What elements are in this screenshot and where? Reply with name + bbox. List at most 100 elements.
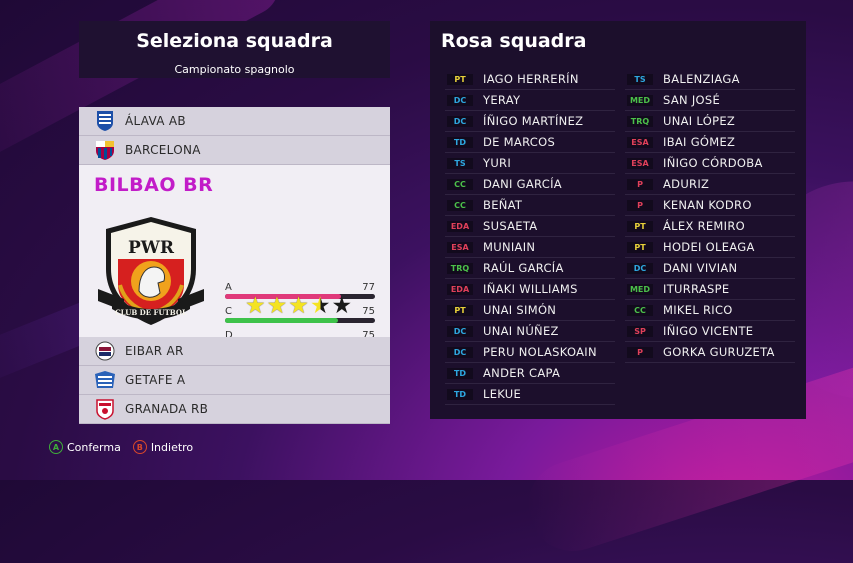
alava-crest-icon <box>94 110 116 132</box>
crest-text-bottom: CLUB DE FUTBOL <box>115 308 187 317</box>
player-name: UNAI NÚÑEZ <box>483 324 559 338</box>
roster-row: DC DANI VIVIAN <box>625 258 795 279</box>
position-badge: EDA <box>447 283 473 295</box>
confirm-label[interactable]: Conferma <box>67 441 121 454</box>
position-badge: DC <box>447 325 473 337</box>
player-name: YURI <box>483 156 512 170</box>
star-rating: ★ ★ ★ ★ ★ <box>245 295 352 318</box>
star-full-icon: ★ <box>288 293 309 319</box>
roster-row: TS BALENZIAGA <box>625 69 795 90</box>
player-name: BALENZIAGA <box>663 72 740 86</box>
position-badge: CC <box>447 199 473 211</box>
position-badge: PT <box>447 304 473 316</box>
player-name: ADURIZ <box>663 177 710 191</box>
position-badge: EDA <box>447 220 473 232</box>
player-name: IAGO HERRERÍN <box>483 72 579 86</box>
roster-row: DC PERU NOLASKOAIN <box>445 342 615 363</box>
granada-crest-icon <box>94 398 116 420</box>
star-half-icon: ★ <box>309 293 331 319</box>
position-badge: ESA <box>447 241 473 253</box>
roster-row: DC ÍÑIGO MARTÍNEZ <box>445 111 615 132</box>
position-badge: CC <box>627 304 653 316</box>
a-button-icon: A <box>49 440 63 454</box>
position-badge: TRQ <box>447 262 473 274</box>
roster-row: P ADURIZ <box>625 174 795 195</box>
back-label[interactable]: Indietro <box>151 441 193 454</box>
position-badge: DC <box>447 346 473 358</box>
stat-value: 75 <box>362 306 375 317</box>
roster-row: ESA MUNIAIN <box>445 237 615 258</box>
roster-row: EDA SUSAETA <box>445 216 615 237</box>
team-row-eibar[interactable]: EIBAR AR <box>79 337 390 366</box>
team-row-alava[interactable]: ÁLAVA AB <box>79 107 390 136</box>
selected-team-name: BILBAO BR <box>94 174 214 196</box>
player-name: SUSAETA <box>483 219 538 233</box>
position-badge: CC <box>447 178 473 190</box>
star-empty-icon: ★ <box>331 293 353 319</box>
player-name: ITURRASPE <box>663 282 730 296</box>
player-name: IBAI GÓMEZ <box>663 135 736 149</box>
roster-row: TD DE MARCOS <box>445 132 615 153</box>
position-badge: TD <box>447 136 473 148</box>
roster-row: TRQ RAÚL GARCÍA <box>445 258 615 279</box>
player-name: ÍÑIGO MARTÍNEZ <box>483 114 584 128</box>
roster-row: P KENAN KODRO <box>625 195 795 216</box>
player-name: ÁLEX REMIRO <box>663 219 745 233</box>
player-name: DANI VIVIAN <box>663 261 738 275</box>
team-row-granada[interactable]: GRANADA RB <box>79 395 390 424</box>
selected-team-card[interactable]: BILBAO BR PWR CLUB DE FUTBOL A 77 C 75 D… <box>79 165 390 347</box>
player-name: YERAY <box>483 93 521 107</box>
roster-row: EDA IÑAKI WILLIAMS <box>445 279 615 300</box>
position-badge: TS <box>447 157 473 169</box>
position-badge: SP <box>627 325 653 337</box>
team-row-barcelona[interactable]: BARCELONA <box>79 136 390 165</box>
player-name: IÑIGO VICENTE <box>663 324 754 338</box>
position-badge: MED <box>627 94 653 106</box>
roster-column-left: PT IAGO HERRERÍN DC YERAY DC ÍÑIGO MARTÍNEZ TD… <box>445 69 615 405</box>
position-badge: P <box>627 178 653 190</box>
b-button-icon: B <box>132 440 147 454</box>
team-name: ÁLAVA AB <box>125 114 186 128</box>
position-badge: DC <box>447 94 473 106</box>
player-name: UNAI LÓPEZ <box>663 114 736 128</box>
barcelona-crest-icon <box>94 139 116 161</box>
player-name: DE MARCOS <box>483 135 556 149</box>
roster-row: ESA IBAI GÓMEZ <box>625 132 795 153</box>
team-row-getafe[interactable]: GETAFE A <box>79 366 390 395</box>
eibar-crest-icon <box>94 340 116 362</box>
roster-row: DC UNAI NÚÑEZ <box>445 321 615 342</box>
position-badge: DC <box>627 262 653 274</box>
roster-row: DC YERAY <box>445 90 615 111</box>
roster-row: TS YURI <box>445 153 615 174</box>
player-name: MIKEL RICO <box>663 303 733 317</box>
position-badge: TD <box>447 367 473 379</box>
roster-row: SP IÑIGO VICENTE <box>625 321 795 342</box>
page-title: Seleziona squadra <box>136 30 333 52</box>
star-full-icon: ★ <box>245 293 266 319</box>
roster-panel: Rosa squadra PT IAGO HERRERÍN DC YERAY DC ÍÑI… <box>430 21 806 419</box>
player-name: PERU NOLASKOAIN <box>483 345 597 359</box>
roster-row: PT UNAI SIMÓN <box>445 300 615 321</box>
player-name: BEÑAT <box>483 198 523 212</box>
stat-label: A <box>225 282 232 293</box>
position-badge: PT <box>627 220 653 232</box>
team-name: BARCELONA <box>125 143 201 157</box>
position-badge: TRQ <box>627 115 653 127</box>
stat-value: 77 <box>362 282 375 293</box>
pwr-crest-icon: PWR CLUB DE FUTBOL <box>94 215 208 327</box>
player-name: ANDER CAPA <box>483 366 561 380</box>
position-badge: ESA <box>627 136 653 148</box>
crest-text-top: PWR <box>128 238 175 258</box>
position-badge: TS <box>627 73 653 85</box>
roster-row: PT IAGO HERRERÍN <box>445 69 615 90</box>
roster-row: P GORKA GURUZETA <box>625 342 795 363</box>
button-hints: A Conferma B Indietro <box>49 440 193 454</box>
league-name: Campionato spagnolo <box>174 63 295 76</box>
roster-title: Rosa squadra <box>441 30 587 52</box>
player-name: SAN JOSÉ <box>663 93 721 107</box>
position-badge: MED <box>627 283 653 295</box>
player-name: RAÚL GARCÍA <box>483 261 564 275</box>
roster-row: TD LEKUE <box>445 384 615 405</box>
team-name: EIBAR AR <box>125 344 184 358</box>
player-name: UNAI SIMÓN <box>483 303 557 317</box>
